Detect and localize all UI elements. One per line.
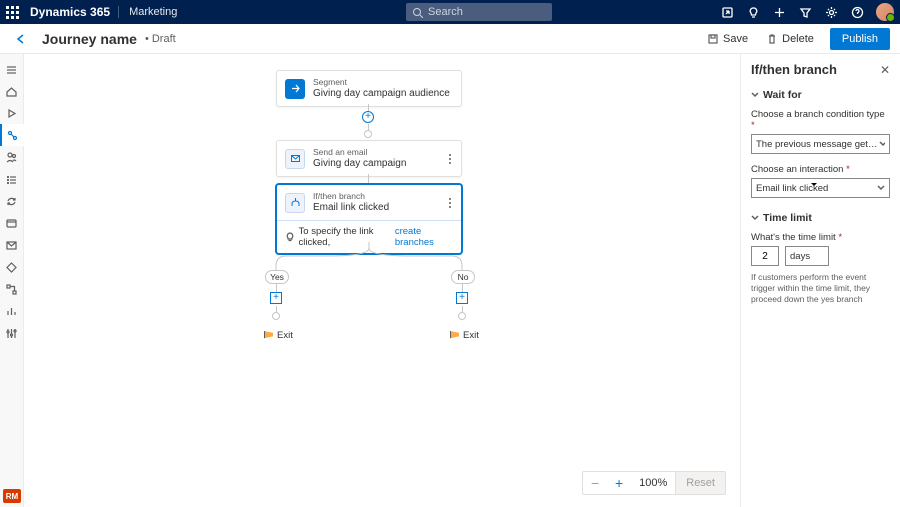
filter-icon[interactable] — [792, 0, 818, 24]
draft-status: • Draft — [145, 33, 176, 45]
chevron-down-icon — [810, 181, 824, 331]
select-time-unit[interactable]: days — [785, 246, 829, 266]
nav-shape-icon[interactable] — [0, 256, 24, 278]
nav-mail-icon[interactable] — [0, 234, 24, 256]
app-name: Dynamics 365 — [30, 5, 110, 19]
search-input[interactable] — [428, 6, 538, 18]
save-label: Save — [723, 33, 748, 45]
chevron-down-icon — [751, 91, 759, 99]
chevron-down-icon — [877, 184, 885, 192]
search-icon — [412, 7, 423, 18]
connector-endpoint — [364, 130, 372, 138]
nav-persona-badge[interactable]: RM — [3, 489, 21, 503]
lightbulb-icon[interactable] — [740, 0, 766, 24]
node-type-label: If/then branch — [313, 191, 389, 201]
select-condition-type[interactable]: The previous message gets an interaction — [751, 134, 890, 154]
add-step-no-button[interactable]: + — [456, 292, 468, 304]
add-step-button[interactable]: + — [362, 111, 374, 123]
node-more-button[interactable] — [447, 198, 453, 208]
nav-journeys-icon[interactable] — [0, 124, 24, 146]
zoom-controls: − + 100% Reset — [582, 471, 726, 495]
flag-icon — [264, 331, 273, 340]
node-title: Email link clicked — [313, 201, 389, 214]
branch-hint: To specify the link clicked, create bran… — [277, 220, 461, 253]
add-icon[interactable] — [766, 0, 792, 24]
close-pane-button[interactable]: ✕ — [880, 63, 890, 77]
nav-browser-icon[interactable] — [0, 212, 24, 234]
delete-icon — [766, 33, 778, 45]
email-icon — [285, 149, 305, 169]
open-record-icon[interactable] — [714, 0, 740, 24]
exit-yes: Exit — [264, 330, 293, 341]
segment-icon — [285, 79, 305, 99]
nav-settings-icon[interactable] — [0, 322, 24, 344]
properties-pane: If/then branch ✕ Wait for Choose a branc… — [740, 54, 900, 507]
connector-endpoint — [458, 312, 466, 320]
add-step-yes-button[interactable]: + — [270, 292, 282, 304]
nav-chart-icon[interactable] — [0, 300, 24, 322]
page-title: Journey name — [42, 31, 137, 47]
section-wait-for[interactable]: Wait for — [751, 89, 890, 101]
user-avatar[interactable] — [876, 3, 894, 21]
back-button[interactable] — [10, 28, 32, 50]
label-interaction: Choose an interaction * — [751, 164, 890, 175]
node-more-button[interactable] — [447, 154, 453, 164]
journey-canvas[interactable]: Segment Giving day campaign audience + S… — [24, 54, 740, 507]
delete-button[interactable]: Delete — [758, 28, 822, 50]
zoom-out-button[interactable]: − — [583, 471, 607, 495]
nav-refresh-icon[interactable] — [0, 190, 24, 212]
command-bar: Journey name • Draft Save Delete Publish — [0, 24, 900, 54]
hint-text: To specify the link clicked, — [299, 226, 392, 248]
nav-flow-icon[interactable] — [0, 278, 24, 300]
connector — [368, 174, 369, 184]
chevron-down-icon — [751, 214, 759, 222]
zoom-in-button[interactable]: + — [607, 471, 631, 495]
search-box[interactable] — [406, 3, 552, 21]
module-name: Marketing — [118, 6, 177, 18]
delete-label: Delete — [782, 33, 814, 45]
time-limit-help-text: If customers perform the event trigger w… — [751, 272, 890, 305]
node-ifthen-branch[interactable]: If/then branch Email link clicked To spe… — [276, 184, 462, 254]
pane-title: If/then branch — [751, 62, 837, 77]
branch-no-pill[interactable]: No — [451, 270, 475, 284]
nav-home-icon[interactable] — [0, 80, 24, 102]
nav-hamburger-icon[interactable] — [0, 58, 24, 80]
app-launcher[interactable] — [0, 0, 24, 24]
node-title: Giving day campaign audience — [313, 87, 450, 100]
connector — [276, 284, 277, 292]
chevron-down-icon — [879, 140, 885, 148]
node-email[interactable]: Send an email Giving day campaign — [276, 140, 462, 177]
connector — [462, 284, 463, 292]
nav-play-icon[interactable] — [0, 102, 24, 124]
node-title: Giving day campaign — [313, 157, 406, 170]
global-header: Dynamics 365 Marketing — [0, 0, 900, 24]
node-segment[interactable]: Segment Giving day campaign audience — [276, 70, 462, 107]
nav-contacts-icon[interactable] — [0, 146, 24, 168]
create-branches-link[interactable]: create branches — [395, 226, 453, 248]
node-type-label: Send an email — [313, 147, 406, 157]
save-button[interactable]: Save — [699, 28, 756, 50]
branch-icon — [285, 193, 305, 213]
left-nav: RM — [0, 54, 24, 507]
save-icon — [707, 33, 719, 45]
zoom-level: 100% — [631, 477, 675, 489]
connector — [368, 104, 369, 111]
nav-list-icon[interactable] — [0, 168, 24, 190]
lightbulb-icon — [285, 232, 294, 242]
input-time-value[interactable] — [751, 246, 779, 266]
flag-icon — [450, 331, 459, 340]
label-condition-type: Choose a branch condition type * — [751, 109, 890, 131]
publish-button[interactable]: Publish — [830, 28, 890, 50]
exit-no: Exit — [450, 330, 479, 341]
connector-endpoint — [272, 312, 280, 320]
help-icon[interactable] — [844, 0, 870, 24]
zoom-reset-button[interactable]: Reset — [675, 472, 725, 494]
branch-yes-pill[interactable]: Yes — [265, 270, 289, 284]
node-type-label: Segment — [313, 77, 450, 87]
settings-icon[interactable] — [818, 0, 844, 24]
